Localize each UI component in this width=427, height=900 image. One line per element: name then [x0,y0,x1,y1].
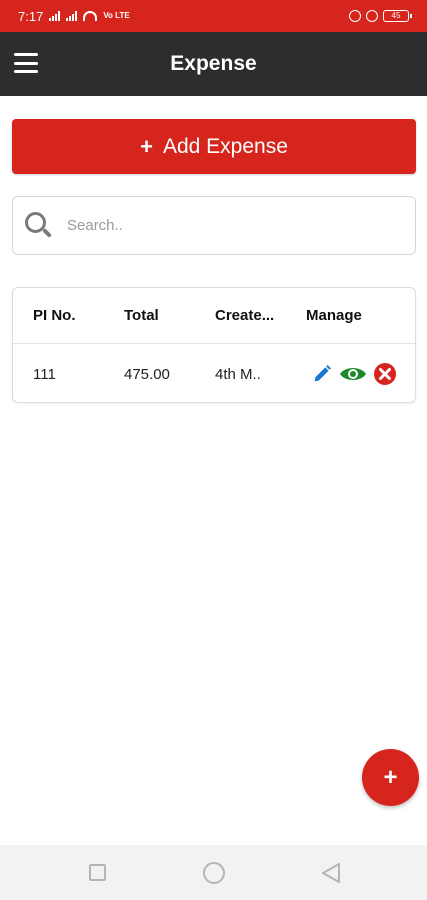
search-input[interactable] [67,217,387,234]
column-header-created: Create... [215,307,275,324]
edit-icon[interactable] [311,363,333,385]
column-header-total: Total [124,307,159,324]
cell-created: 4th M.. [215,365,261,383]
hamburger-menu-icon[interactable] [14,53,38,73]
wifi-icon [83,11,98,21]
plus-icon: + [383,763,398,791]
search-box [12,196,416,255]
table-header-row: PI No. Total Create... Manage [13,288,415,344]
signal-icon-2 [66,11,78,21]
home-icon[interactable] [203,862,225,884]
delete-icon[interactable] [373,362,397,386]
search-icon[interactable] [25,211,53,240]
recent-apps-icon[interactable] [89,864,106,881]
battery-icon: 45 [383,10,412,22]
status-time: 7:17 [18,8,44,24]
cell-total: 475.00 [124,365,170,383]
add-expense-label: Add Expense [162,134,288,158]
plus-icon: + [140,133,153,159]
status-bar: 7:17 Vo LTE 45 [0,0,427,32]
add-expense-button[interactable]: + Add Expense [12,119,416,174]
status-left: 7:17 Vo LTE [18,9,130,24]
signal-icon [49,11,61,21]
volte-indicator: Vo LTE [103,11,130,20]
status-right: 45 [349,10,412,22]
back-icon[interactable] [320,862,342,884]
row-actions [311,362,397,386]
floating-add-button[interactable]: + [362,749,419,806]
view-icon[interactable] [339,363,367,385]
alarm-icon [366,10,378,22]
column-header-pi-no: PI No. [33,307,76,324]
cell-pi-no: 111 [33,365,56,383]
expense-table: PI No. Total Create... Manage 111 475.00… [12,287,416,403]
table-row: 111 475.00 4th M.. [13,345,415,403]
app-bar: Expense [0,32,427,96]
eye-comfort-icon [349,10,361,22]
system-nav-bar [0,845,427,900]
column-header-manage: Manage [306,307,362,324]
page-title: Expense [170,52,257,75]
